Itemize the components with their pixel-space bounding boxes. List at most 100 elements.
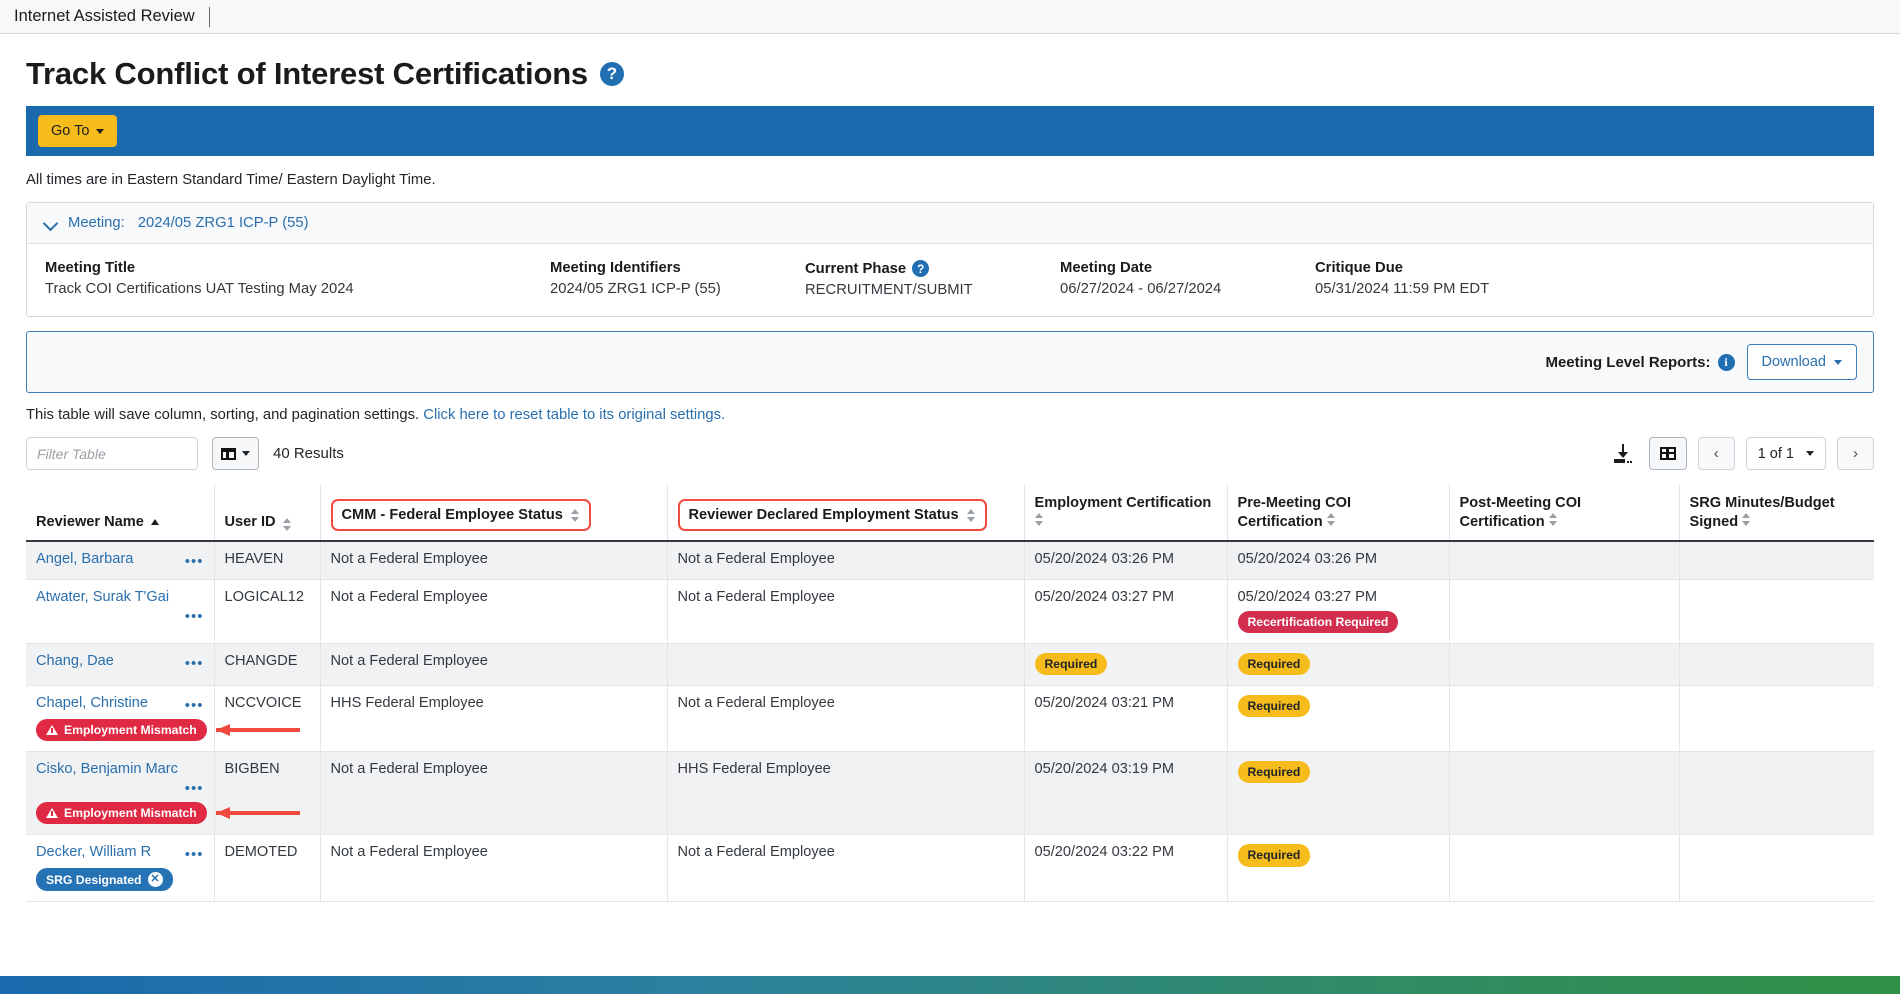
status-badge[interactable]: Required xyxy=(1237,761,1311,784)
action-bar: Go To xyxy=(26,106,1874,156)
results-count: 40 Results xyxy=(273,445,344,462)
export-download-button[interactable] xyxy=(1608,439,1638,469)
meeting-field-value: Track COI Certifications UAT Testing May… xyxy=(45,281,354,297)
download-button-label: Download xyxy=(1761,354,1827,370)
sort-ascending-icon[interactable] xyxy=(150,518,160,531)
meeting-level-reports-text: Meeting Level Reports: xyxy=(1545,353,1711,371)
sort-icon[interactable] xyxy=(570,508,580,522)
column-chooser-button[interactable] xyxy=(212,437,259,470)
cell-value: Not a Federal Employee xyxy=(677,695,835,712)
cell-employment-certification: Required xyxy=(1024,643,1228,687)
status-badge[interactable]: Recertification Required xyxy=(1237,611,1399,634)
sort-icon[interactable] xyxy=(1326,512,1336,526)
cell-user-id: CHANGDE xyxy=(214,643,321,687)
chevron-left-icon: ‹ xyxy=(1713,445,1719,462)
column-label: Reviewer Name xyxy=(36,513,144,530)
reviewer-name-link[interactable]: Cisko, Benjamin Marc xyxy=(36,761,178,777)
download-reports-button[interactable]: Download xyxy=(1746,344,1857,380)
reviewer-name-link[interactable]: Decker, William R xyxy=(36,844,151,860)
status-badge-label: Recertification Required xyxy=(1247,615,1389,630)
column-header-pre-meeting-coi-certification[interactable]: Pre-Meeting COI Certification xyxy=(1227,484,1450,543)
column-header-reviewer-declared-employment-status[interactable]: Reviewer Declared Employment Status xyxy=(667,484,1025,543)
cell-cmm-status: Not a Federal Employee xyxy=(320,834,668,903)
reset-table-link[interactable]: Click here to reset table to its origina… xyxy=(423,407,725,423)
meeting-panel-body: Meeting Title Track COI Certifications U… xyxy=(27,244,1873,316)
cell-pre-meeting-coi: 05/20/2024 03:27 PM Recertification Requi… xyxy=(1227,579,1450,645)
cell-post-meeting-coi xyxy=(1449,751,1680,836)
status-badge[interactable]: Required xyxy=(1237,695,1311,718)
status-badge-label: Required xyxy=(1247,848,1301,863)
next-page-button[interactable]: › xyxy=(1837,437,1874,470)
sort-icon[interactable] xyxy=(966,508,976,522)
cell-value: 05/20/2024 03:27 PM xyxy=(1034,589,1175,606)
badge-container: Required xyxy=(1237,653,1439,676)
reviewer-name-link[interactable]: Chang, Dae xyxy=(36,653,114,669)
reviewer-name-link[interactable]: Angel, Barbara xyxy=(36,551,133,567)
cell-post-meeting-coi xyxy=(1449,685,1680,753)
cell-value: 05/20/2024 03:26 PM xyxy=(1034,551,1175,568)
reviewer-name-link[interactable]: Atwater, Surak T'Gai xyxy=(36,589,169,605)
cell-user-id: LOGICAL12 xyxy=(214,579,321,645)
row-actions-menu-icon[interactable]: ••• xyxy=(36,605,204,624)
page-selector[interactable]: 1 of 1 xyxy=(1745,437,1826,470)
reviewer-name-link[interactable]: Chapel, Christine xyxy=(36,695,148,711)
table-header: Reviewer Name User ID CMM - Federal Empl… xyxy=(26,484,1874,543)
cell-value: Not a Federal Employee xyxy=(677,551,835,568)
table-body: Angel, Barbara ••• HEAVEN Not a Federal Emp… xyxy=(26,541,1874,903)
column-header-cmm-federal-employee-status[interactable]: CMM - Federal Employee Status xyxy=(320,484,668,543)
column-header-user-id[interactable]: User ID xyxy=(214,484,321,543)
cell-cmm-status: Not a Federal Employee xyxy=(320,751,668,836)
cell-user-id: NCCVOICE xyxy=(214,685,321,753)
cell-post-meeting-coi xyxy=(1449,834,1680,903)
row-badge-container: Employment Mismatch xyxy=(36,802,207,825)
chevron-down-icon[interactable] xyxy=(45,217,58,230)
sort-icon[interactable] xyxy=(1034,512,1044,526)
browser-tab-bar: Internet Assisted Review xyxy=(0,0,1900,34)
grid-view-button[interactable] xyxy=(1648,437,1687,470)
row-actions-menu-icon[interactable]: ••• xyxy=(36,777,204,796)
prev-page-button[interactable]: ‹ xyxy=(1697,437,1735,470)
status-badge-label: Required xyxy=(1247,765,1301,780)
row-actions-menu-icon[interactable]: ••• xyxy=(185,695,204,713)
status-badge[interactable]: Employment Mismatch xyxy=(36,802,207,825)
info-circle-icon[interactable]: i xyxy=(1717,353,1735,371)
cell-value: HEAVEN xyxy=(224,551,284,568)
column-header-post-meeting-coi-certification[interactable]: Post-Meeting COI Certification xyxy=(1449,484,1680,543)
column-header-employment-certification[interactable]: Employment Certification xyxy=(1024,484,1228,543)
row-actions-menu-icon[interactable]: ••• xyxy=(185,551,204,569)
close-circle-icon[interactable]: ✕ xyxy=(147,872,163,888)
meeting-field-meeting-date: Meeting Date 06/27/2024 - 06/27/2024 xyxy=(1060,260,1315,298)
cell-employment-certification: 05/20/2024 03:22 PM xyxy=(1024,834,1228,903)
status-badge[interactable]: Employment Mismatch xyxy=(36,719,207,742)
browser-tab-title: Internet Assisted Review xyxy=(14,7,195,25)
cell-srg-minutes-budget-signed xyxy=(1679,834,1874,903)
meeting-panel-header[interactable]: Meeting: 2024/05 ZRG1 ICP-P (55) xyxy=(27,203,1873,244)
help-circle-icon[interactable]: ? xyxy=(599,62,624,86)
cell-employment-certification: 05/20/2024 03:19 PM xyxy=(1024,751,1228,836)
sort-icon[interactable] xyxy=(1548,512,1558,526)
row-actions-menu-icon[interactable]: ••• xyxy=(185,653,204,671)
meeting-field-label: Current Phase ? xyxy=(805,260,1040,277)
status-badge[interactable]: Required xyxy=(1237,653,1311,676)
meeting-field-value: 2024/05 ZRG1 ICP-P (55) xyxy=(550,281,721,297)
chevron-down-icon xyxy=(1806,451,1814,456)
status-badge[interactable]: Required xyxy=(1237,844,1311,867)
table-settings-note-text: This table will save column, sorting, an… xyxy=(26,407,420,423)
row-actions-menu-icon[interactable]: ••• xyxy=(185,844,204,862)
status-badge-label: Required xyxy=(1044,657,1098,672)
column-header-srg-minutes-budget-signed[interactable]: SRG Minutes/Budget Signed xyxy=(1679,484,1874,543)
warning-triangle-icon xyxy=(46,725,58,736)
column-header-reviewer-name[interactable]: Reviewer Name xyxy=(26,484,215,543)
row-badge-container: SRG Designated ✕ xyxy=(36,868,204,892)
cell-employment-certification: 05/20/2024 03:21 PM xyxy=(1024,685,1228,753)
status-badge[interactable]: Required xyxy=(1034,653,1108,676)
filter-table-input[interactable] xyxy=(26,437,198,470)
status-badge[interactable]: SRG Designated ✕ xyxy=(36,868,173,892)
sort-icon[interactable] xyxy=(282,518,292,532)
cell-pre-meeting-coi: Required xyxy=(1227,751,1450,836)
go-to-button[interactable]: Go To xyxy=(38,115,118,147)
sort-icon[interactable] xyxy=(1742,512,1751,526)
cell-employment-certification: 05/20/2024 03:26 PM xyxy=(1024,541,1228,581)
help-circle-icon[interactable]: ? xyxy=(912,260,930,277)
cell-cmm-status: HHS Federal Employee xyxy=(320,685,668,753)
